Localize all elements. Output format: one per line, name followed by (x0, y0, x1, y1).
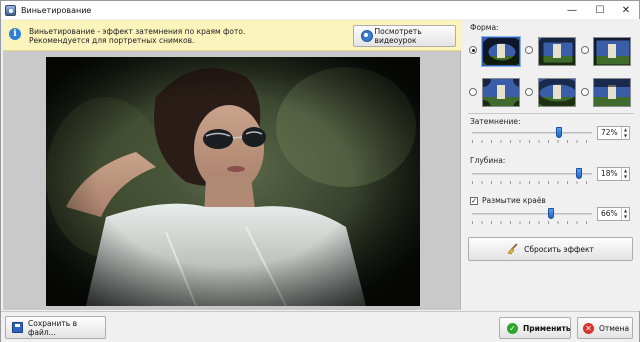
shape-thumb-vignette-oval[interactable] (482, 37, 520, 66)
check-icon: ✓ (507, 322, 518, 334)
banner-text: Виньетирование - эффект затемнения по кр… (29, 27, 245, 45)
save-icon (12, 322, 23, 333)
maximize-button[interactable]: ☐ (587, 1, 613, 19)
spin-down-icon[interactable]: ▼ (622, 174, 629, 180)
shape-radio-2[interactable] (525, 46, 533, 54)
info-icon: i (9, 28, 21, 40)
vignette-dialog: Виньетирование — ☐ ✕ i Виньетирование - … (0, 0, 640, 342)
edge-blur-spinbox[interactable]: 66% ▲ ▼ (597, 207, 630, 221)
edge-blur-value: 66% (601, 209, 618, 218)
depth-value: 18% (601, 169, 618, 178)
cancel-icon: ✕ (583, 322, 594, 334)
cancel-button[interactable]: ✕ Отмена (577, 317, 633, 339)
depth-label: Глубина: (470, 156, 506, 165)
app-icon (5, 4, 16, 16)
reset-effect-label: Сбросить эффект (524, 244, 594, 254)
shape-radio-1[interactable] (469, 46, 477, 54)
depth-spin-arrows[interactable]: ▲ ▼ (621, 168, 629, 180)
save-to-file-button[interactable]: Сохранить в файл... (5, 316, 106, 339)
minimize-button[interactable]: — (559, 1, 585, 19)
watch-video-label: Посмотреть видеоурок (374, 27, 422, 45)
edge-blur-track[interactable] (472, 213, 592, 215)
edge-blur-ticks (472, 221, 592, 224)
darkening-spin-arrows[interactable]: ▲ ▼ (621, 127, 629, 139)
shape-radio-5[interactable] (525, 88, 533, 96)
shape-radio-3[interactable] (581, 46, 589, 54)
banner-line-1: Виньетирование - эффект затемнения по кр… (29, 27, 246, 36)
watch-video-button[interactable]: Посмотреть видеоурок (353, 25, 456, 47)
photo-preview (46, 57, 420, 306)
shape-thumb-vignette-corners[interactable] (482, 78, 520, 107)
darkening-ticks (472, 140, 592, 143)
shape-label: Форма: (470, 23, 499, 32)
depth-slider[interactable] (576, 168, 582, 179)
shape-thumb-vignette-rect-hard[interactable] (593, 37, 631, 66)
shape-thumb-vignette-wide[interactable] (538, 78, 576, 107)
edge-blur-spin-arrows[interactable]: ▲ ▼ (621, 208, 629, 220)
edge-blur-label: Размытие краёв (482, 196, 546, 205)
reset-effect-button[interactable]: Сбросить эффект (468, 237, 633, 261)
darkening-slider[interactable] (556, 127, 562, 138)
banner-line-2: Рекомендуется для портретных снимков. (29, 36, 195, 45)
title-bar: Виньетирование — ☐ ✕ (1, 1, 639, 19)
window-title: Виньетирование (21, 5, 92, 15)
apply-label: Применить (523, 323, 571, 333)
darkening-track[interactable] (472, 132, 592, 134)
depth-track[interactable] (472, 173, 592, 175)
spin-down-icon[interactable]: ▼ (622, 133, 629, 139)
portrait-image (46, 57, 420, 306)
shape-thumb-vignette-top[interactable] (593, 78, 631, 107)
photo-preview-area (3, 51, 461, 310)
darkening-value: 72% (601, 128, 618, 137)
save-to-file-label: Сохранить в файл... (28, 318, 77, 337)
darkening-label: Затемнение: (470, 117, 521, 126)
cancel-label: Отмена (599, 323, 630, 333)
shape-radio-6[interactable] (581, 88, 589, 96)
edge-blur-checkbox[interactable]: ✓ (470, 197, 478, 205)
camera-icon (360, 30, 373, 42)
depth-spinbox[interactable]: 18% ▲ ▼ (597, 167, 630, 181)
darkening-spinbox[interactable]: 72% ▲ ▼ (597, 126, 630, 140)
edge-blur-slider[interactable] (548, 208, 554, 219)
separator (468, 113, 634, 114)
spin-down-icon[interactable]: ▼ (622, 214, 629, 220)
close-button[interactable]: ✕ (613, 1, 639, 19)
shape-radio-4[interactable] (469, 88, 477, 96)
broom-icon (507, 243, 518, 255)
depth-ticks (472, 181, 592, 184)
shape-thumb-vignette-rect-soft[interactable] (538, 37, 576, 66)
apply-button[interactable]: ✓ Применить (499, 317, 571, 339)
